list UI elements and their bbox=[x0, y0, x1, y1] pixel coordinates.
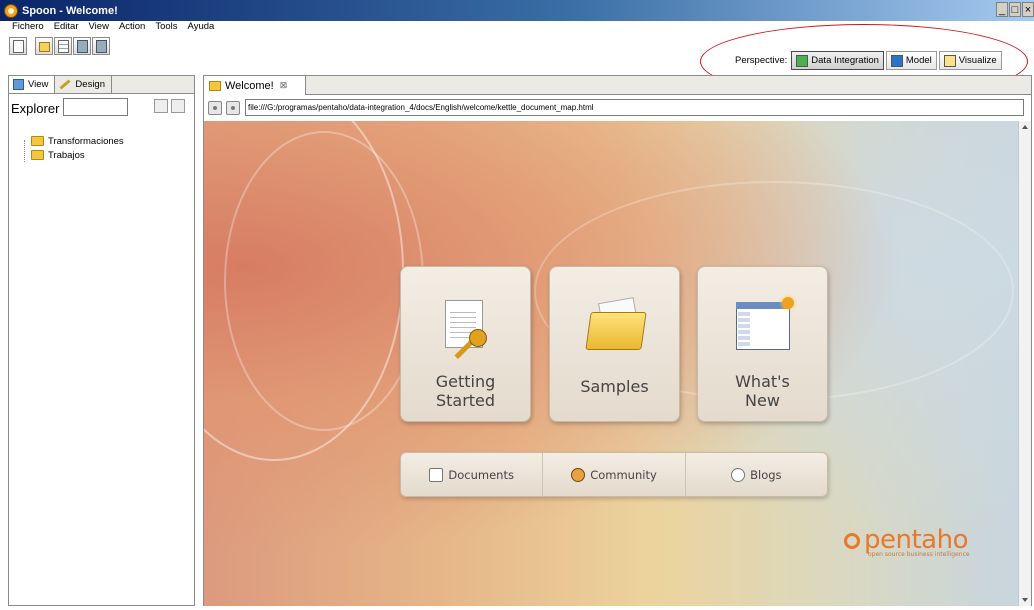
expand-all-icon[interactable] bbox=[154, 99, 168, 113]
toolbar bbox=[9, 37, 111, 55]
new-file-button[interactable] bbox=[9, 37, 27, 55]
tab-label: Welcome! bbox=[225, 79, 274, 92]
back-button[interactable] bbox=[208, 100, 222, 115]
menu-view[interactable]: View bbox=[89, 21, 109, 35]
card-label: New bbox=[745, 391, 780, 410]
explorer-label: Explorer bbox=[11, 100, 60, 116]
explore-repository-button[interactable] bbox=[54, 37, 72, 55]
tab-label: View bbox=[28, 79, 49, 90]
left-panel: View Design Explorer Transformaciones Tr… bbox=[8, 75, 195, 606]
perspective-option-label: Data Integration bbox=[811, 55, 879, 66]
perspective-data-integration-button[interactable]: Data Integration bbox=[791, 51, 884, 70]
tree-item-label: Transformaciones bbox=[48, 135, 124, 147]
open-folder-icon bbox=[585, 312, 647, 350]
new-file-icon bbox=[13, 40, 24, 53]
explorer-row: Explorer bbox=[9, 96, 194, 120]
tab-welcome[interactable]: Welcome! ⊠ bbox=[204, 76, 306, 95]
link-label: Community bbox=[590, 467, 657, 482]
data-integration-icon bbox=[796, 54, 809, 67]
pencil-icon bbox=[59, 79, 71, 90]
editor-area: Welcome! ⊠ file:///G:/programas/pentaho/… bbox=[203, 75, 1032, 606]
menu-fichero[interactable]: Fichero bbox=[12, 21, 44, 35]
menu-action[interactable]: Action bbox=[119, 21, 145, 35]
perspective-option-label: Model bbox=[905, 55, 932, 66]
save-as-icon bbox=[96, 40, 107, 53]
sparkle-icon bbox=[782, 297, 794, 309]
editor-tabs: Welcome! ⊠ bbox=[204, 76, 1031, 95]
window-controls: _ □ × bbox=[995, 2, 1034, 17]
spoon-app-icon bbox=[4, 3, 18, 18]
explorer-search-input[interactable] bbox=[63, 98, 128, 116]
forward-button[interactable] bbox=[226, 100, 240, 115]
pentaho-logo: pentaho open source business intelligenc… bbox=[844, 525, 970, 558]
explorer-tree: Transformaciones Trabajos bbox=[19, 134, 124, 162]
repository-icon bbox=[58, 40, 69, 53]
whats-new-card[interactable]: What's New bbox=[697, 266, 828, 422]
menu-ayuda[interactable]: Ayuda bbox=[188, 21, 215, 35]
folder-icon bbox=[31, 136, 44, 146]
perspective-visualize-button[interactable]: Visualize bbox=[938, 51, 1002, 70]
menu-tools[interactable]: Tools bbox=[155, 21, 177, 35]
resource-links: Documents Community Blogs bbox=[400, 452, 828, 497]
welcome-page: Getting Started Samples What's New Docum… bbox=[204, 121, 1019, 606]
blogs-icon bbox=[731, 467, 746, 482]
perspective-option-label: Visualize bbox=[958, 55, 997, 66]
link-label: Blogs bbox=[750, 467, 782, 482]
open-folder-icon bbox=[39, 42, 50, 52]
title-bar: Spoon - Welcome! _ □ × bbox=[0, 0, 1034, 21]
card-label: What's bbox=[735, 372, 790, 391]
scroll-down-icon[interactable] bbox=[1022, 598, 1028, 602]
tree-item-transformaciones[interactable]: Transformaciones bbox=[19, 134, 124, 148]
window-list-icon bbox=[738, 312, 750, 346]
documents-link[interactable]: Documents bbox=[401, 453, 544, 496]
save-button[interactable] bbox=[73, 37, 91, 55]
scroll-up-icon[interactable] bbox=[1022, 125, 1028, 129]
welcome-tab-icon bbox=[209, 80, 221, 91]
getting-started-card[interactable]: Getting Started bbox=[400, 266, 531, 422]
pentaho-mark-icon bbox=[844, 533, 860, 549]
collapse-all-icon[interactable] bbox=[171, 99, 185, 113]
tab-design[interactable]: Design bbox=[55, 76, 112, 93]
tab-view[interactable]: View bbox=[9, 76, 56, 93]
menu-bar: Fichero Editar View Action Tools Ayuda bbox=[0, 21, 224, 35]
tab-label: Design bbox=[75, 79, 105, 90]
open-button[interactable] bbox=[35, 37, 53, 55]
background-swirl bbox=[224, 131, 424, 431]
tree-item-label: Trabajos bbox=[48, 149, 85, 161]
tree-item-trabajos[interactable]: Trabajos bbox=[19, 148, 124, 162]
menu-editar[interactable]: Editar bbox=[54, 21, 79, 35]
save-icon bbox=[77, 40, 88, 53]
community-icon bbox=[571, 467, 586, 482]
card-label: Started bbox=[435, 391, 496, 410]
key-head-icon bbox=[469, 329, 487, 347]
save-as-button[interactable] bbox=[92, 37, 110, 55]
view-icon bbox=[13, 79, 24, 90]
link-label: Documents bbox=[448, 467, 514, 482]
perspective-switcher: Perspective: Data Integration Model Visu… bbox=[735, 51, 1004, 70]
minimize-button[interactable]: _ bbox=[996, 2, 1008, 17]
samples-card[interactable]: Samples bbox=[549, 266, 680, 422]
perspective-label: Perspective: bbox=[735, 55, 788, 66]
url-bar: file:///G:/programas/pentaho/data-integr… bbox=[204, 96, 1031, 119]
close-button[interactable]: × bbox=[1022, 2, 1034, 17]
perspective-model-button[interactable]: Model bbox=[885, 51, 937, 70]
left-panel-tabs: View Design bbox=[9, 76, 194, 94]
url-field[interactable]: file:///G:/programas/pentaho/data-integr… bbox=[245, 99, 1024, 116]
community-link[interactable]: Community bbox=[543, 453, 686, 496]
card-label: Getting bbox=[435, 372, 496, 391]
visualize-icon bbox=[943, 54, 956, 67]
documents-icon bbox=[429, 467, 444, 482]
logo-tagline: open source business intelligence bbox=[868, 551, 970, 558]
card-label: Samples bbox=[580, 377, 649, 396]
blogs-link[interactable]: Blogs bbox=[686, 453, 827, 496]
close-tab-icon[interactable]: ⊠ bbox=[280, 80, 288, 91]
model-icon bbox=[890, 54, 903, 67]
vertical-scrollbar[interactable] bbox=[1018, 121, 1031, 606]
window-title: Spoon - Welcome! bbox=[22, 4, 118, 17]
maximize-button[interactable]: □ bbox=[1009, 2, 1021, 17]
folder-icon bbox=[31, 150, 44, 160]
